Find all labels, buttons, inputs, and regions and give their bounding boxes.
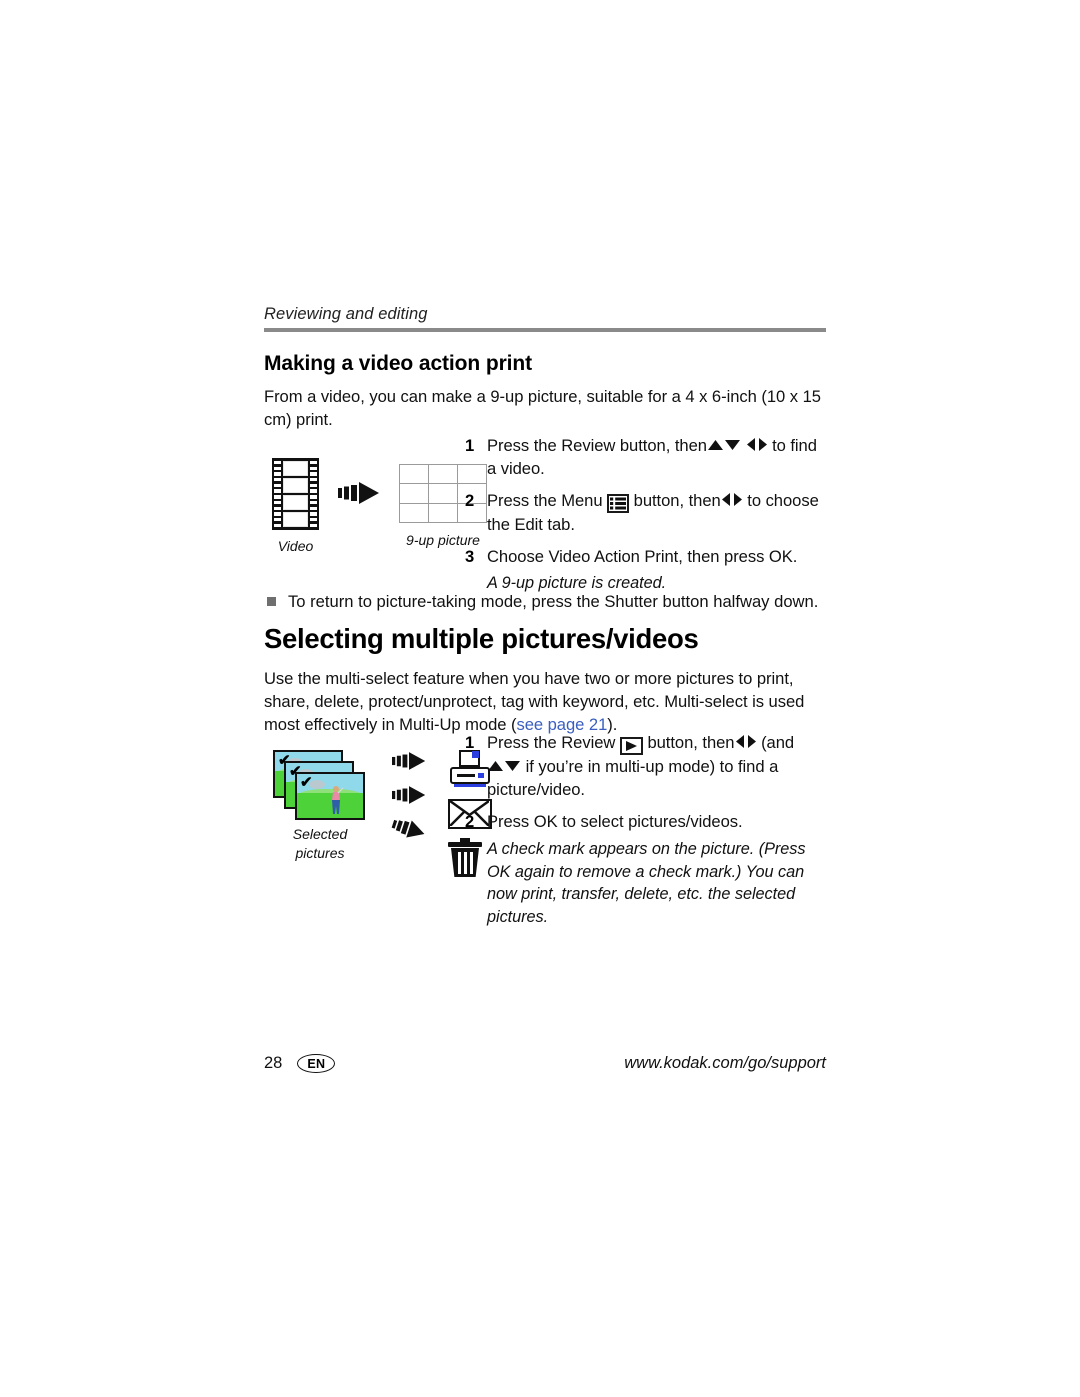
- up-triangle-icon: [707, 438, 724, 452]
- page-number: 28: [264, 1054, 283, 1072]
- golf-picture-thumbnail: ✔: [295, 772, 365, 820]
- step-number: 1: [465, 436, 475, 455]
- block-arrow-right-icon: [390, 815, 428, 843]
- filmstrip-icon: [272, 458, 319, 530]
- right-triangle-icon: [757, 437, 768, 452]
- down-triangle-icon: [724, 438, 741, 452]
- running-header-text: Reviewing and editing: [264, 305, 428, 323]
- golf-picture-thumbnail-stack: ✔ ✔ ✔: [273, 750, 367, 820]
- step-text: Press the Review button, then (and if yo…: [487, 731, 825, 801]
- steps-video-action-print: 1 Press the Review button, then to find …: [465, 434, 825, 604]
- step-text-paren: (and: [761, 733, 795, 752]
- language-badge: EN: [297, 1054, 336, 1073]
- step-number: 2: [465, 491, 475, 510]
- figure-caption-video: Video: [277, 538, 314, 554]
- section-heading-video-action-print: Making a video action print: [264, 352, 533, 375]
- step-text: Press OK to select pictures/videos.: [487, 812, 743, 831]
- step-item: 1 Press the Review button, then to find …: [465, 434, 825, 480]
- steps-multi-select: 1 Press the Review button, then (and if …: [465, 731, 825, 937]
- block-arrow-right-icon: [392, 786, 426, 804]
- step-text: Choose Video Action Print, then press OK…: [487, 547, 798, 566]
- page-footer: 28 EN www.kodak.com/go/support: [264, 1054, 826, 1073]
- square-bullet-icon: [267, 597, 276, 606]
- document-page: Reviewing and editing Making a video act…: [0, 0, 1080, 1397]
- step-item: 3 Choose Video Action Print, then press …: [465, 545, 825, 568]
- step-text-mid: button, then: [633, 491, 721, 510]
- step-item: 2 Press the Menu button, then to choose …: [465, 489, 825, 536]
- left-triangle-icon: [721, 492, 732, 507]
- step-text-before: Press the Review: [487, 733, 616, 752]
- bullet-text: To return to picture-taking mode, press …: [288, 592, 819, 611]
- step-text: Press the Menu button, then to choose th…: [487, 489, 825, 536]
- step-text-before: Press the Menu: [487, 491, 603, 510]
- step-text: Press the Review button, then to find a …: [487, 434, 825, 480]
- header-rule: [264, 328, 826, 332]
- play-button-icon: [619, 737, 643, 755]
- step-item: 2 Press OK to select pictures/videos.: [465, 810, 825, 833]
- intro-paragraph-video-action-print: From a video, you can make a 9-up pictur…: [264, 387, 821, 429]
- support-url: www.kodak.com/go/support: [624, 1054, 826, 1072]
- bullet-item-return-to-capture: To return to picture-taking mode, press …: [267, 590, 827, 613]
- step-text-after: if you’re in multi-up mode) to find a pi…: [487, 757, 779, 799]
- step-item: 1 Press the Review button, then (and if …: [465, 731, 825, 801]
- step-number: 2: [465, 812, 475, 831]
- intro-paragraph-multi-select: Use the multi-select feature when you ha…: [264, 667, 826, 736]
- up-triangle-icon: [487, 759, 504, 773]
- left-triangle-icon: [746, 437, 757, 452]
- right-triangle-icon: [732, 492, 743, 507]
- section-heading-selecting-multiple: Selecting multiple pictures/videos: [264, 623, 699, 654]
- left-triangle-icon: [735, 734, 746, 749]
- figure-selected-pictures: ✔ ✔ ✔ Selected pictures: [270, 750, 492, 878]
- figure-caption-selected-line1: Selected: [292, 826, 348, 842]
- step-text-before: Press the Review button, then: [487, 436, 707, 455]
- step-number: 1: [465, 733, 475, 752]
- check-mark-icon: ✔: [300, 774, 313, 791]
- step-text-mid: button, then: [647, 733, 735, 752]
- golfer-figure-icon: [332, 786, 344, 815]
- figure-video-to-nineup: Video 9-up picture: [272, 458, 487, 554]
- block-arrow-right-icon: [338, 482, 380, 504]
- block-arrow-right-icon: [392, 752, 426, 770]
- step-number: 3: [465, 547, 475, 566]
- menu-list-icon: [607, 494, 630, 513]
- running-header: Reviewing and editing: [264, 305, 826, 332]
- step-note-check-mark: A check mark appears on the picture. (Pr…: [487, 840, 806, 926]
- right-triangle-icon: [746, 734, 757, 749]
- figure-caption-selected-line2: pictures: [295, 845, 345, 861]
- down-triangle-icon: [504, 759, 521, 773]
